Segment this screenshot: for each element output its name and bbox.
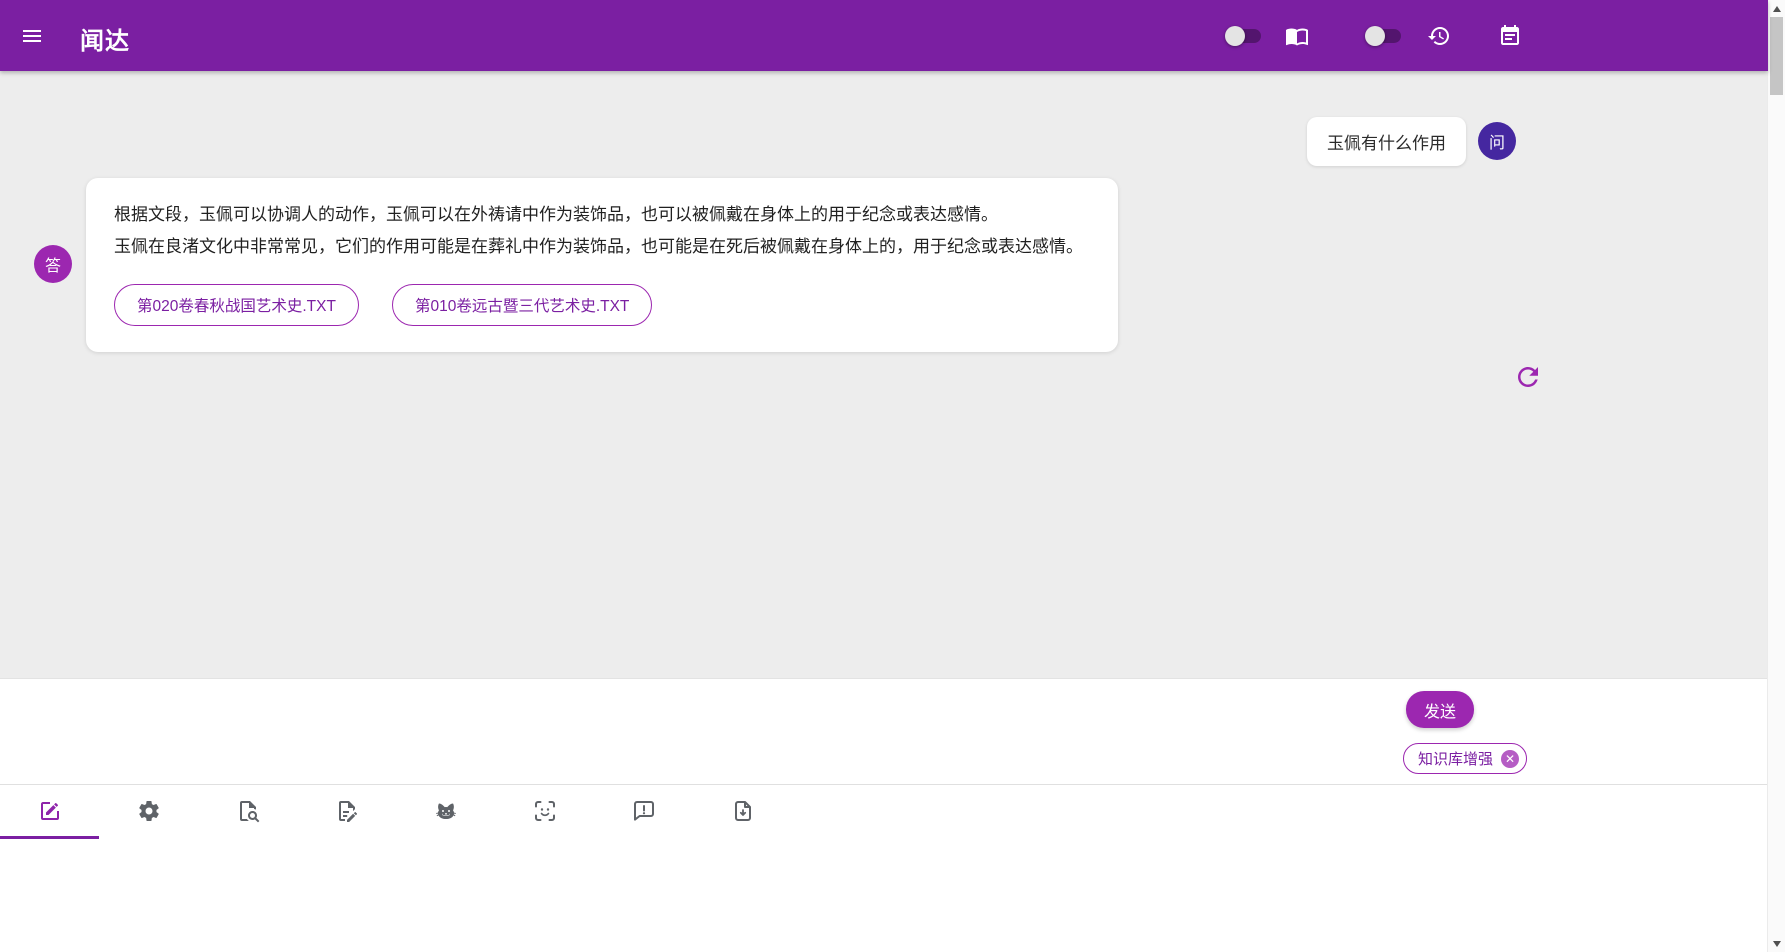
refresh-icon[interactable]	[1512, 361, 1544, 393]
history-icon[interactable]	[1427, 24, 1451, 48]
scrollbar-down-arrow[interactable]	[1768, 935, 1785, 952]
question-text: 玉佩有什么作用	[1327, 134, 1446, 153]
scrollbar[interactable]	[1767, 0, 1785, 952]
settings-gear-icon	[137, 799, 161, 826]
source-list: 第020卷春秋战国艺术史.TXT 第010卷远古暨三代艺术史.TXT	[114, 284, 1090, 326]
composer-panel: 发送 知识库增强 ✕	[0, 678, 1768, 952]
header-toggle-2[interactable]	[1365, 26, 1403, 46]
app-title: 闻达	[80, 28, 130, 55]
tab-feedback[interactable]	[594, 785, 693, 839]
answer-avatar: 答	[34, 245, 72, 283]
toggle-thumb	[1225, 26, 1245, 46]
file-search-icon	[236, 799, 260, 826]
knowledge-base-chip-label: 知识库增强	[1418, 751, 1494, 768]
app-header: 闻达	[0, 0, 1768, 71]
chat-area: 玉佩有什么作用 问 答 根据文段，玉佩可以协调人的动作，玉佩可以在外祷请中作为装…	[0, 71, 1768, 678]
scrollbar-thumb[interactable]	[1770, 17, 1783, 95]
app-window: 闻达 玉佩有什么作用 问 答 根据文段，玉佩可以协调人的动作，玉佩可以在外祷请中…	[0, 0, 1785, 952]
edit-square-icon	[38, 799, 62, 826]
scrollbar-up-arrow[interactable]	[1768, 0, 1785, 17]
tab-settings[interactable]	[99, 785, 198, 839]
send-button[interactable]: 发送	[1406, 691, 1474, 728]
answer-card: 根据文段，玉佩可以协调人的动作，玉佩可以在外祷请中作为装饰品，也可以被佩戴在身体…	[86, 178, 1118, 352]
tab-knowledge-search[interactable]	[198, 785, 297, 839]
answer-line: 根据文段，玉佩可以协调人的动作，玉佩可以在外祷请中作为装饰品，也可以被佩戴在身体…	[114, 205, 998, 224]
chat-alert-icon	[632, 799, 656, 826]
source-chip[interactable]: 第020卷春秋战国艺术史.TXT	[114, 284, 359, 326]
header-toggle-1[interactable]	[1225, 26, 1263, 46]
file-edit-icon	[335, 799, 359, 826]
tab-compose[interactable]	[297, 785, 396, 839]
tab-chat[interactable]	[0, 785, 99, 839]
chip-close-icon[interactable]: ✕	[1501, 749, 1520, 768]
question-avatar: 问	[1478, 122, 1516, 160]
question-bubble: 玉佩有什么作用	[1307, 117, 1466, 166]
source-chip[interactable]: 第010卷远古暨三代艺术史.TXT	[391, 284, 653, 326]
menu-icon[interactable]	[18, 24, 46, 48]
agenda-icon[interactable]	[1498, 24, 1522, 48]
cat-icon	[434, 799, 458, 826]
tab-export[interactable]	[693, 785, 792, 839]
tab-cat[interactable]	[396, 785, 495, 839]
knowledge-base-chip[interactable]: 知识库增强 ✕	[1403, 743, 1528, 774]
toggle-thumb	[1365, 26, 1385, 46]
answer-line: 玉佩在良渚文化中非常常见，它们的作用可能是在葬礼中作为装饰品，也可能是在死后被佩…	[114, 237, 1083, 256]
book-icon[interactable]	[1285, 24, 1309, 48]
bottom-toolbar	[0, 785, 792, 839]
tab-face-scan[interactable]	[495, 785, 594, 839]
file-download-icon	[731, 799, 755, 826]
face-scan-icon	[533, 799, 557, 826]
